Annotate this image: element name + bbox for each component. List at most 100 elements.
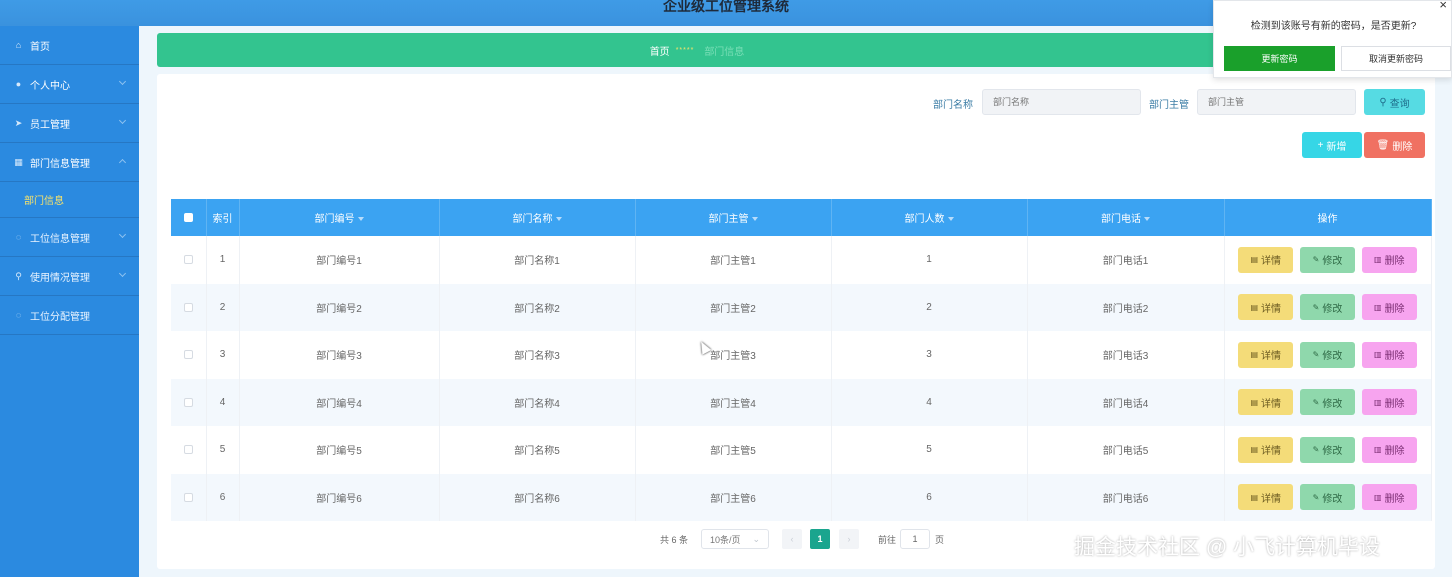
cell-phone: 部门电话4 [1027,378,1225,426]
sidebar-item-label: 部门信息 [24,196,64,207]
row-checkbox[interactable] [183,302,193,312]
next-page-button[interactable]: › [839,529,859,549]
sort-icon[interactable] [1144,217,1150,222]
dept-name-input[interactable] [982,89,1141,115]
sidebar-item-workstation-info[interactable]: ◌ 工位信息管理 [0,218,139,257]
cell-phone: 部门电话6 [1027,473,1225,521]
select-all-checkbox[interactable] [183,212,193,222]
select-all-cell[interactable] [171,199,207,236]
sidebar-item-label: 员工管理 [30,119,70,131]
row-delete-button[interactable]: ▥ 删除 [1361,389,1417,416]
delete-label: 删除 [1384,398,1405,410]
edit-button[interactable]: ✎ 修改 [1300,389,1355,416]
add-button[interactable]: + 新增 [1302,132,1362,158]
cell-index: 1 [206,236,240,284]
row-checkbox[interactable] [183,350,193,360]
cell-head: 部门主管1 [635,236,832,284]
table-row: 4 部门编号4 部门名称4 部门主管4 4 部门电话4 ▤ 详情 ✎ 修改 ▥ 删除 [171,378,1432,426]
row-delete-button[interactable]: ▥ 删除 [1361,246,1417,273]
column-header-phone[interactable]: 部门电话 [1027,199,1225,236]
sidebar-item-dept-management[interactable]: ▦ 部门信息管理 [0,143,139,182]
row-checkbox[interactable] [183,492,193,502]
breadcrumb-home[interactable]: 首页 [650,43,670,58]
page-number-button[interactable]: 1 [810,529,830,549]
cell-actions: ▤ 详情 ✎ 修改 ▥ 删除 [1224,473,1432,521]
sort-icon[interactable] [947,217,954,222]
update-password-button[interactable]: 更新密码 [1224,46,1335,71]
column-header-name[interactable]: 部门名称 [439,199,636,236]
prev-page-button[interactable]: ‹ [782,529,802,549]
cell-code: 部门编号5 [239,426,440,474]
delete-button[interactable]: 🗑 删除 [1364,132,1425,158]
goto-page-input[interactable]: 1 [900,529,930,549]
trash-icon: ▥ [1374,302,1382,312]
building-icon: ▦ [14,156,23,167]
detail-button[interactable]: ▤ 详情 [1238,484,1294,511]
cell-head: 部门主管6 [635,473,832,521]
sort-icon[interactable] [751,217,758,222]
dept-head-input[interactable] [1197,89,1356,115]
edit-button[interactable]: ✎ 修改 [1300,436,1355,463]
edit-button[interactable]: ✎ 修改 [1300,484,1355,511]
cell-head: 部门主管5 [635,426,832,474]
column-header-code[interactable]: 部门编号 [239,199,440,236]
sidebar-subitem-dept-info[interactable]: 部门信息 [0,182,139,218]
document-icon: ▤ [1250,302,1258,312]
column-header-count[interactable]: 部门人数 [831,199,1028,236]
row-delete-button[interactable]: ▥ 删除 [1361,484,1417,511]
edit-label: 修改 [1322,446,1343,458]
dept-table: 索引 部门编号 部门名称 部门主管 部门人数 部门电话 操作 1 部门编号1 部… [171,199,1432,521]
detail-button[interactable]: ▤ 详情 [1238,389,1294,416]
document-icon: ▤ [1250,255,1258,265]
row-checkbox[interactable] [183,255,193,265]
column-header-head[interactable]: 部门主管 [635,199,832,236]
delete-label: 删除 [1384,303,1405,315]
sidebar-item-label: 首页 [30,41,50,53]
cell-count: 1 [831,236,1028,284]
row-delete-button[interactable]: ▥ 删除 [1361,294,1417,321]
page-size-value: 10条/页 [710,534,741,545]
sidebar-item-allocation[interactable]: ◌ 工位分配管理 [0,296,139,335]
cell-name: 部门名称1 [439,236,636,284]
detail-button[interactable]: ▤ 详情 [1238,436,1294,463]
sort-icon[interactable] [555,217,562,222]
cell-count: 3 [831,331,1028,379]
popup-message: 检测到该账号有新的密码，是否更新? [1250,21,1417,32]
detail-button[interactable]: ▤ 详情 [1238,246,1294,273]
cell-index: 4 [206,378,240,426]
row-checkbox[interactable] [183,445,193,455]
detail-button[interactable]: ▤ 详情 [1238,294,1294,321]
edit-button[interactable]: ✎ 修改 [1300,341,1355,368]
cell-actions: ▤ 详情 ✎ 修改 ▥ 删除 [1224,426,1432,474]
password-update-popup: × 检测到该账号有新的密码，是否更新? 更新密码 取消更新密码 [1213,0,1452,78]
edit-icon: ✎ [1312,445,1320,455]
sidebar-item-home[interactable]: ⌂ 首页 [0,26,139,65]
row-delete-button[interactable]: ▥ 删除 [1361,341,1417,368]
cell-phone: 部门电话5 [1027,426,1225,474]
cell-code: 部门编号2 [239,283,440,331]
table-row: 3 部门编号3 部门名称3 部门主管3 3 部门电话3 ▤ 详情 ✎ 修改 ▥ 删除 [171,331,1432,379]
row-checkbox[interactable] [183,397,193,407]
row-delete-button[interactable]: ▥ 删除 [1361,436,1417,463]
edit-label: 修改 [1322,493,1343,505]
cell-index: 2 [206,283,240,331]
sidebar-item-label: 使用情况管理 [30,272,90,284]
edit-button[interactable]: ✎ 修改 [1300,294,1355,321]
sidebar-item-profile[interactable]: ● 个人中心 [0,65,139,104]
sidebar-item-usage[interactable]: ⚲ 使用情况管理 [0,257,139,296]
cell-index: 5 [206,426,240,474]
close-icon[interactable]: × [1439,0,1447,12]
query-button[interactable]: ⚲ 查询 [1364,89,1425,115]
document-icon: ▤ [1250,492,1258,502]
sort-icon[interactable] [357,217,364,222]
edit-icon: ✎ [1312,350,1320,360]
page-size-select[interactable]: 10条/页 ⌄ [701,529,769,549]
detail-button[interactable]: ▤ 详情 [1238,341,1294,368]
chevron-down-icon [118,116,127,125]
sidebar-item-employees[interactable]: ➤ 员工管理 [0,104,139,143]
chevron-up-icon [118,158,127,167]
edit-button[interactable]: ✎ 修改 [1300,246,1355,273]
sidebar-item-label: 个人中心 [30,80,70,92]
document-icon: ▤ [1250,397,1258,407]
cancel-update-button[interactable]: 取消更新密码 [1341,46,1451,71]
